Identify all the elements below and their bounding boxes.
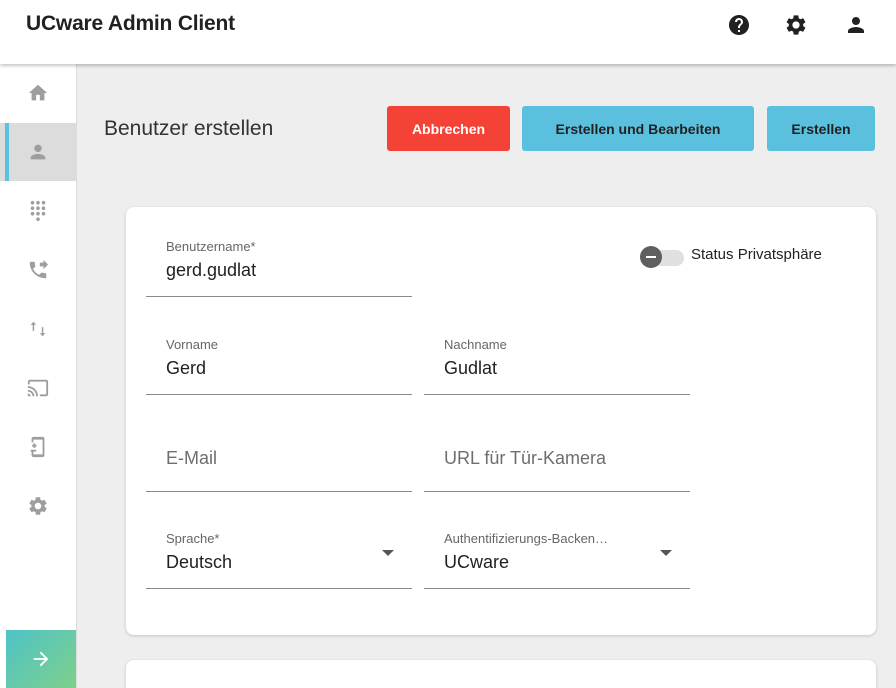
secondary-card bbox=[126, 660, 876, 688]
sidebar-item-call-forwarding[interactable] bbox=[0, 241, 76, 299]
username-field[interactable]: Benutzername* gerd.gudlat bbox=[146, 237, 412, 297]
language-value: Deutsch bbox=[166, 552, 233, 572]
sidebar-item-users[interactable] bbox=[0, 123, 76, 181]
sidebar-item-settings[interactable] bbox=[0, 477, 76, 535]
sidebar-item-cast[interactable] bbox=[0, 359, 76, 417]
cancel-button[interactable]: Abbrechen bbox=[387, 106, 510, 151]
top-app-bar: UCware Admin Client bbox=[0, 0, 896, 64]
create-button[interactable]: Erstellen bbox=[767, 106, 875, 151]
email-placeholder: E-Mail bbox=[166, 448, 218, 468]
toggle-thumb bbox=[640, 246, 662, 268]
swap-vertical-icon bbox=[30, 321, 46, 337]
arrow-right-icon bbox=[33, 651, 49, 667]
cast-icon bbox=[27, 379, 49, 397]
door-camera-url-field[interactable]: URL für Tür-Kamera bbox=[424, 432, 690, 492]
gear-icon bbox=[29, 497, 47, 515]
firstname-label: Vorname bbox=[166, 337, 219, 352]
account-icon[interactable] bbox=[843, 12, 869, 38]
privacy-status-label: Status Privatsphäre bbox=[691, 246, 822, 263]
username-value: gerd.gudlat bbox=[166, 260, 257, 280]
auth-backend-label: Authentifizierungs-Backen… bbox=[444, 531, 609, 546]
sidebar-item-dialpad[interactable] bbox=[0, 182, 76, 240]
person-icon bbox=[30, 144, 46, 160]
home-icon bbox=[28, 84, 48, 101]
username-label: Benutzername* bbox=[166, 239, 256, 254]
lastname-value: Gudlat bbox=[444, 358, 498, 378]
sidebar-item-devices[interactable] bbox=[0, 418, 76, 476]
page-title: Benutzer erstellen bbox=[104, 117, 274, 140]
chevron-down-icon bbox=[382, 550, 394, 556]
lastname-field[interactable]: Nachname Gudlat bbox=[424, 335, 690, 395]
phone-forward-icon bbox=[29, 259, 49, 279]
create-and-edit-button[interactable]: Erstellen und Bearbeiten bbox=[522, 106, 754, 151]
gear-icon[interactable] bbox=[783, 12, 809, 38]
firstname-value: Gerd bbox=[166, 358, 207, 378]
app-title: UCware Admin Client bbox=[26, 12, 235, 35]
sidebar-item-home[interactable] bbox=[0, 64, 76, 122]
firstname-field[interactable]: Vorname Gerd bbox=[146, 335, 412, 395]
help-icon[interactable] bbox=[726, 12, 752, 38]
email-field[interactable]: E-Mail bbox=[146, 432, 412, 492]
language-label: Sprache* bbox=[166, 531, 220, 546]
chevron-down-icon bbox=[660, 550, 672, 556]
lastname-label: Nachname bbox=[444, 337, 507, 352]
sidebar bbox=[0, 64, 77, 688]
sidebar-expand-button[interactable] bbox=[6, 630, 76, 688]
dialpad-icon bbox=[30, 200, 46, 222]
device-settings-icon bbox=[30, 436, 45, 458]
sidebar-item-routing[interactable] bbox=[0, 300, 76, 358]
auth-backend-value: UCware bbox=[444, 552, 510, 572]
auth-backend-select[interactable]: Authentifizierungs-Backen… UCware bbox=[424, 529, 690, 589]
language-select[interactable]: Sprache* Deutsch bbox=[146, 529, 412, 589]
privacy-status-toggle[interactable] bbox=[640, 246, 686, 268]
door-camera-url-placeholder: URL für Tür-Kamera bbox=[444, 448, 607, 468]
